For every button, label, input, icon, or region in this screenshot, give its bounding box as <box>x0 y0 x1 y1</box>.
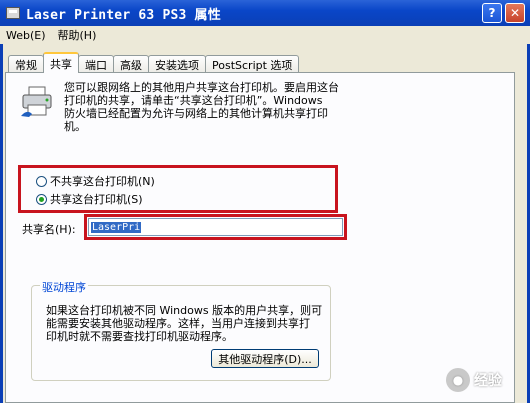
radio-share-label: 共享这台打印机(S) <box>50 193 143 206</box>
dialog-body: 常规 共享 端口 高级 安装选项 PostScript 选项 您可以跟网络上的其… <box>0 44 530 403</box>
sharing-tab-page: 您可以跟网络上的其他用户共享这台打印机。要启用这台 打印机的共享，请单击“共享这… <box>5 72 515 403</box>
share-name-input[interactable]: LaserPri <box>88 218 343 236</box>
tab-installable-options[interactable]: 安装选项 <box>148 55 206 73</box>
watermark-text: 经验 <box>474 373 502 389</box>
title-bar: Laser Printer 63 PS3 属性 ? ✕ <box>0 0 530 26</box>
tab-sharing[interactable]: 共享 <box>43 52 79 73</box>
share-name-label: 共享名(H): <box>22 223 76 236</box>
sharing-intro-text: 您可以跟网络上的其他用户共享这台打印机。要启用这台 打印机的共享，请单击“共享这… <box>64 81 339 133</box>
radio-share-row[interactable]: 共享这台打印机(S) <box>36 191 143 207</box>
radio-not-share-row[interactable]: 不共享这台打印机(N) <box>36 173 155 189</box>
menu-bar: Web(E) 帮助(H) <box>0 26 530 44</box>
radio-not-share[interactable] <box>36 175 47 187</box>
watermark: ● 经验 <box>446 368 502 392</box>
baidu-paw-icon: ● <box>446 368 470 392</box>
window-left-border <box>0 44 3 403</box>
tab-strip: 常规 共享 端口 高级 安装选项 PostScript 选项 <box>8 52 300 73</box>
menu-help[interactable]: 帮助(H) <box>58 27 97 43</box>
close-button[interactable]: ✕ <box>505 3 525 23</box>
printer-window-icon <box>6 7 20 19</box>
drivers-group-legend: 驱动程序 <box>40 279 88 295</box>
drivers-description: 如果这台打印机被不同 Windows 版本的用户共享，则可 能需要安装其他驱动程… <box>46 304 323 343</box>
additional-drivers-button[interactable]: 其他驱动程序(D)... <box>211 349 319 368</box>
help-button[interactable]: ? <box>482 3 502 23</box>
tab-general[interactable]: 常规 <box>8 55 44 73</box>
tab-advanced[interactable]: 高级 <box>113 55 149 73</box>
tab-postscript-options[interactable]: PostScript 选项 <box>205 55 300 73</box>
share-name-value: LaserPri <box>91 222 142 233</box>
window-title: Laser Printer 63 PS3 属性 <box>26 7 221 23</box>
tab-ports[interactable]: 端口 <box>78 55 114 73</box>
radio-share[interactable] <box>36 193 47 205</box>
radio-not-share-label: 不共享这台打印机(N) <box>50 175 155 188</box>
menu-web[interactable]: Web(E) <box>6 29 46 42</box>
printer-icon <box>21 86 52 117</box>
